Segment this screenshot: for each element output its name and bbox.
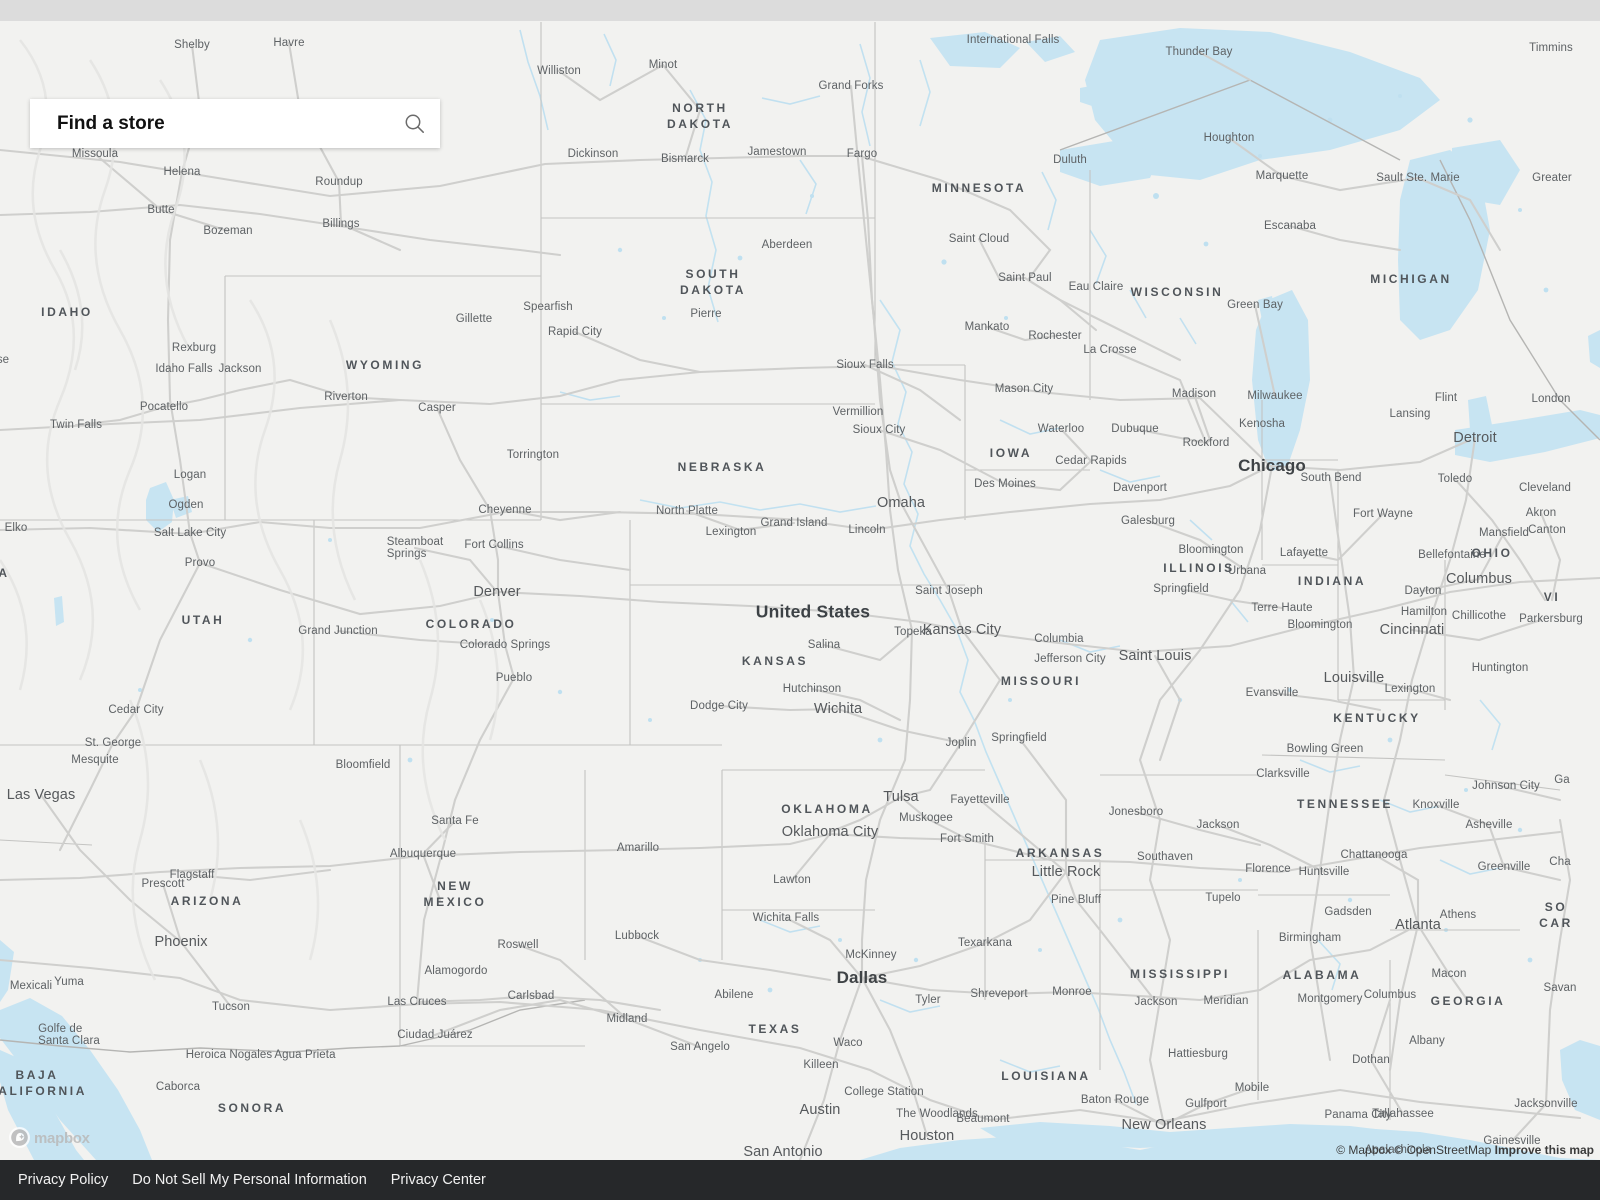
map-tiles (0, 0, 1600, 1160)
footer-link-privacy-policy[interactable]: Privacy Policy (12, 1172, 114, 1188)
search-input[interactable] (55, 111, 388, 136)
map-canvas[interactable]: United States IDAHO WYOMING UTAH ARIZONA NEW M… (0, 0, 1600, 1160)
store-locator-page: United States IDAHO WYOMING UTAH ARIZONA NEW M… (0, 0, 1600, 1200)
top-strip (0, 0, 1600, 21)
mapbox-logo[interactable]: mapbox (8, 1126, 100, 1149)
footer-bar: Privacy Policy Do Not Sell My Personal I… (0, 1160, 1600, 1200)
improve-map-link[interactable]: Improve this map (1495, 1143, 1594, 1157)
map-attribution: © Mapbox © OpenStreetMap Improve this ma… (1336, 1143, 1594, 1157)
search-icon (405, 114, 424, 133)
search-button[interactable] (388, 99, 440, 148)
store-search-box[interactable] (30, 99, 440, 148)
mapbox-attrib-link[interactable]: © Mapbox (1336, 1143, 1391, 1157)
svg-text:mapbox: mapbox (34, 1130, 91, 1147)
footer-link-privacy-center[interactable]: Privacy Center (385, 1172, 492, 1188)
footer-link-do-not-sell[interactable]: Do Not Sell My Personal Information (126, 1172, 373, 1188)
osm-attrib-link[interactable]: © OpenStreetMap (1394, 1143, 1491, 1157)
